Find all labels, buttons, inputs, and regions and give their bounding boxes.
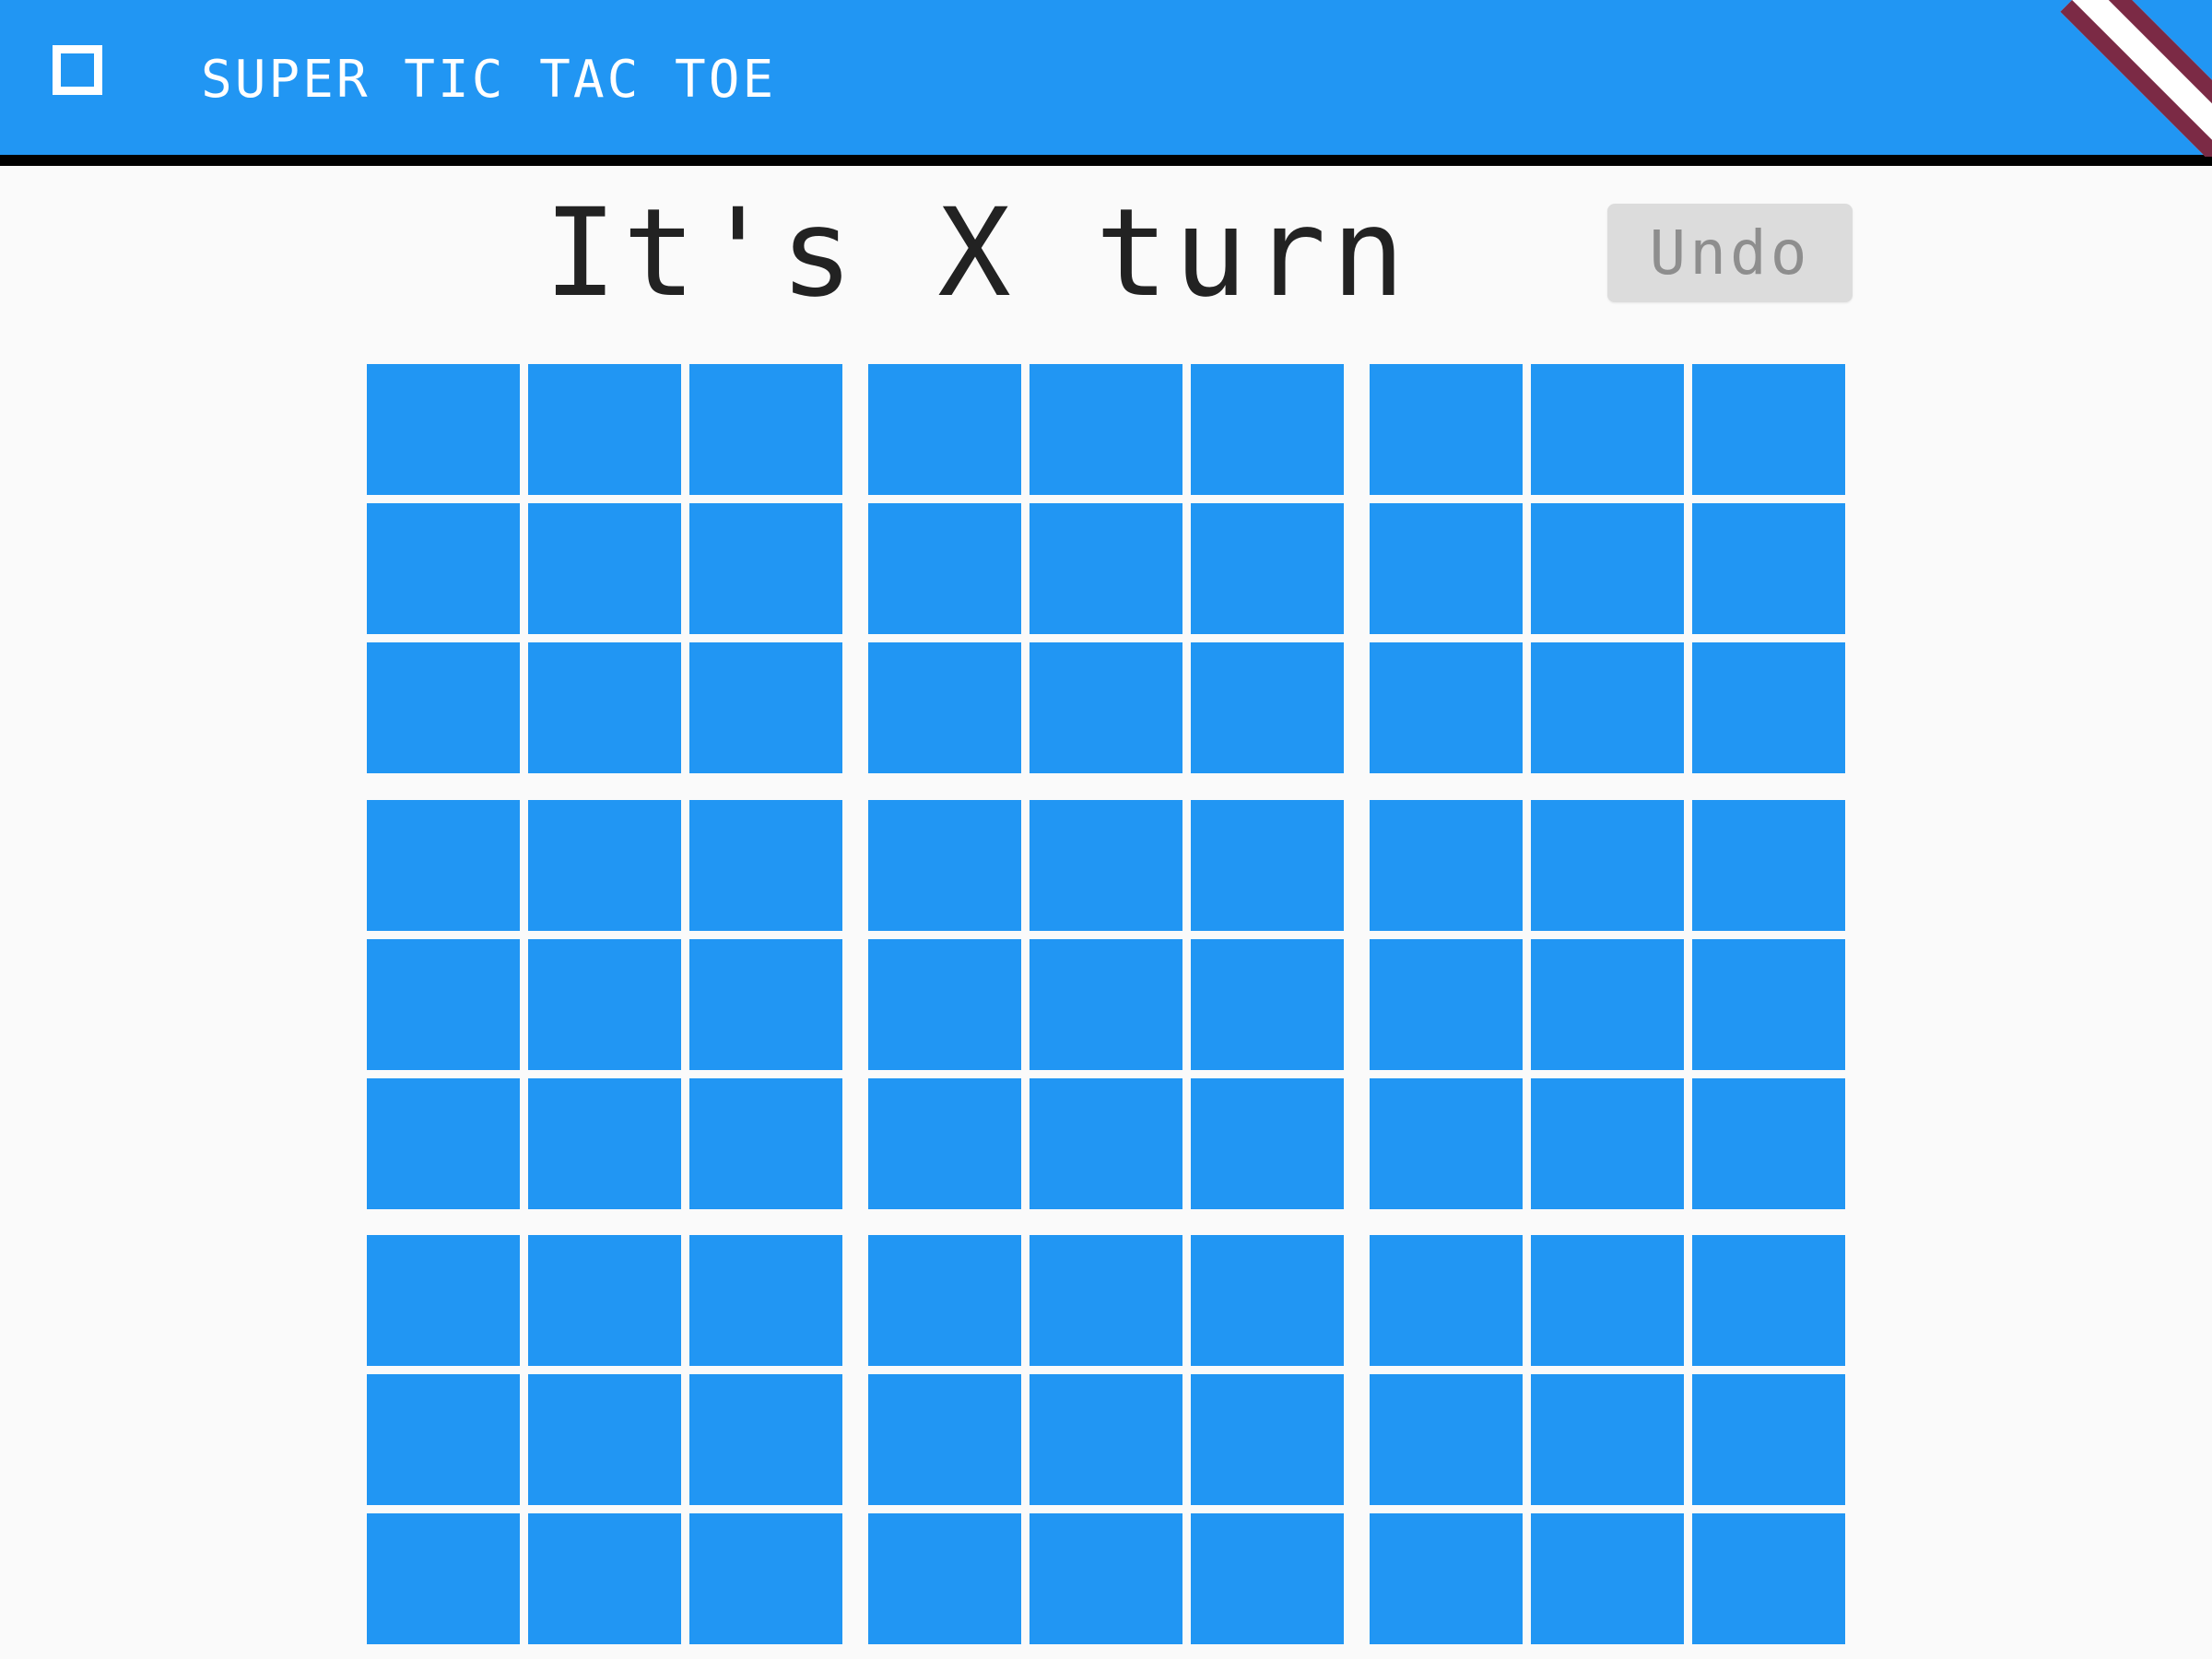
undo-button[interactable]: Undo	[1607, 204, 1853, 302]
debug-banner-stripe	[2060, 0, 2212, 157]
app-bar: SUPER TIC TAC TOE	[0, 0, 2212, 166]
board-cell-3-8[interactable]	[1692, 800, 1845, 931]
board-cell-5-1[interactable]	[528, 1078, 681, 1209]
board-cell-5-0[interactable]	[367, 1078, 520, 1209]
board-cell-6-8[interactable]	[1692, 1235, 1845, 1366]
board-cell-6-3[interactable]	[868, 1235, 1021, 1366]
board-cell-8-1[interactable]	[528, 1513, 681, 1644]
board-cell-1-3[interactable]	[868, 503, 1021, 634]
board-cell-7-3[interactable]	[868, 1374, 1021, 1505]
board-cell-2-5[interactable]	[1191, 642, 1344, 773]
board-cell-4-5[interactable]	[1191, 939, 1344, 1070]
board-cell-8-6[interactable]	[1370, 1513, 1523, 1644]
board-cell-0-5[interactable]	[1191, 364, 1344, 495]
board-cell-0-2[interactable]	[689, 364, 842, 495]
board-cell-4-4[interactable]	[1030, 939, 1182, 1070]
board-cell-0-8[interactable]	[1692, 364, 1845, 495]
board-cell-5-2[interactable]	[689, 1078, 842, 1209]
board-cell-1-4[interactable]	[1030, 503, 1182, 634]
board-cell-6-7[interactable]	[1531, 1235, 1684, 1366]
board-cell-3-1[interactable]	[528, 800, 681, 931]
board-cell-8-8[interactable]	[1692, 1513, 1845, 1644]
board-cell-0-1[interactable]	[528, 364, 681, 495]
board-cell-1-6[interactable]	[1370, 503, 1523, 634]
board-cell-0-3[interactable]	[868, 364, 1021, 495]
square-outline-icon[interactable]	[53, 45, 102, 95]
board-cell-6-5[interactable]	[1191, 1235, 1344, 1366]
board-cell-2-4[interactable]	[1030, 642, 1182, 773]
board-cell-5-3[interactable]	[868, 1078, 1021, 1209]
board-cell-6-4[interactable]	[1030, 1235, 1182, 1366]
board-cell-8-2[interactable]	[689, 1513, 842, 1644]
board-cell-8-3[interactable]	[868, 1513, 1021, 1644]
app-title: SUPER TIC TAC TOE	[201, 50, 777, 110]
board-cell-5-5[interactable]	[1191, 1078, 1344, 1209]
board-cell-3-0[interactable]	[367, 800, 520, 931]
board-cell-1-2[interactable]	[689, 503, 842, 634]
board-cell-0-6[interactable]	[1370, 364, 1523, 495]
board-cell-4-1[interactable]	[528, 939, 681, 1070]
board-cell-0-0[interactable]	[367, 364, 520, 495]
turn-status-text: It's X turn	[544, 182, 1411, 324]
board-cell-1-8[interactable]	[1692, 503, 1845, 634]
board-cell-6-1[interactable]	[528, 1235, 681, 1366]
board-cell-2-8[interactable]	[1692, 642, 1845, 773]
board-cell-4-7[interactable]	[1531, 939, 1684, 1070]
board-cell-7-2[interactable]	[689, 1374, 842, 1505]
board-cell-7-6[interactable]	[1370, 1374, 1523, 1505]
board-cell-7-4[interactable]	[1030, 1374, 1182, 1505]
board-cell-5-4[interactable]	[1030, 1078, 1182, 1209]
board-cell-0-7[interactable]	[1531, 364, 1684, 495]
board-cell-4-0[interactable]	[367, 939, 520, 1070]
board-cell-3-3[interactable]	[868, 800, 1021, 931]
board-cell-7-1[interactable]	[528, 1374, 681, 1505]
board-cell-3-6[interactable]	[1370, 800, 1523, 931]
board-cell-1-1[interactable]	[528, 503, 681, 634]
board-cell-2-7[interactable]	[1531, 642, 1684, 773]
board-cell-4-3[interactable]	[868, 939, 1021, 1070]
board-cell-2-1[interactable]	[528, 642, 681, 773]
board-cell-2-0[interactable]	[367, 642, 520, 773]
board-cell-6-2[interactable]	[689, 1235, 842, 1366]
board-cell-0-4[interactable]	[1030, 364, 1182, 495]
board-cell-8-7[interactable]	[1531, 1513, 1684, 1644]
board-cell-5-6[interactable]	[1370, 1078, 1523, 1209]
board-cell-7-5[interactable]	[1191, 1374, 1344, 1505]
board-cell-8-5[interactable]	[1191, 1513, 1344, 1644]
board-cell-6-0[interactable]	[367, 1235, 520, 1366]
board-cell-1-0[interactable]	[367, 503, 520, 634]
board-cell-2-2[interactable]	[689, 642, 842, 773]
board-cell-1-7[interactable]	[1531, 503, 1684, 634]
board-cell-7-0[interactable]	[367, 1374, 520, 1505]
board-cell-5-7[interactable]	[1531, 1078, 1684, 1209]
board-cell-2-6[interactable]	[1370, 642, 1523, 773]
board-cell-2-3[interactable]	[868, 642, 1021, 773]
board-cell-4-8[interactable]	[1692, 939, 1845, 1070]
board-cell-5-8[interactable]	[1692, 1078, 1845, 1209]
board-cell-3-7[interactable]	[1531, 800, 1684, 931]
debug-banner	[2055, 0, 2212, 157]
board-cell-8-4[interactable]	[1030, 1513, 1182, 1644]
board-cell-3-5[interactable]	[1191, 800, 1344, 931]
board-cell-7-7[interactable]	[1531, 1374, 1684, 1505]
board-cell-8-0[interactable]	[367, 1513, 520, 1644]
board-cell-3-2[interactable]	[689, 800, 842, 931]
board-cell-7-8[interactable]	[1692, 1374, 1845, 1505]
board-cell-6-6[interactable]	[1370, 1235, 1523, 1366]
board-cell-1-5[interactable]	[1191, 503, 1344, 634]
board-cell-4-6[interactable]	[1370, 939, 1523, 1070]
board-cell-4-2[interactable]	[689, 939, 842, 1070]
board-cell-3-4[interactable]	[1030, 800, 1182, 931]
